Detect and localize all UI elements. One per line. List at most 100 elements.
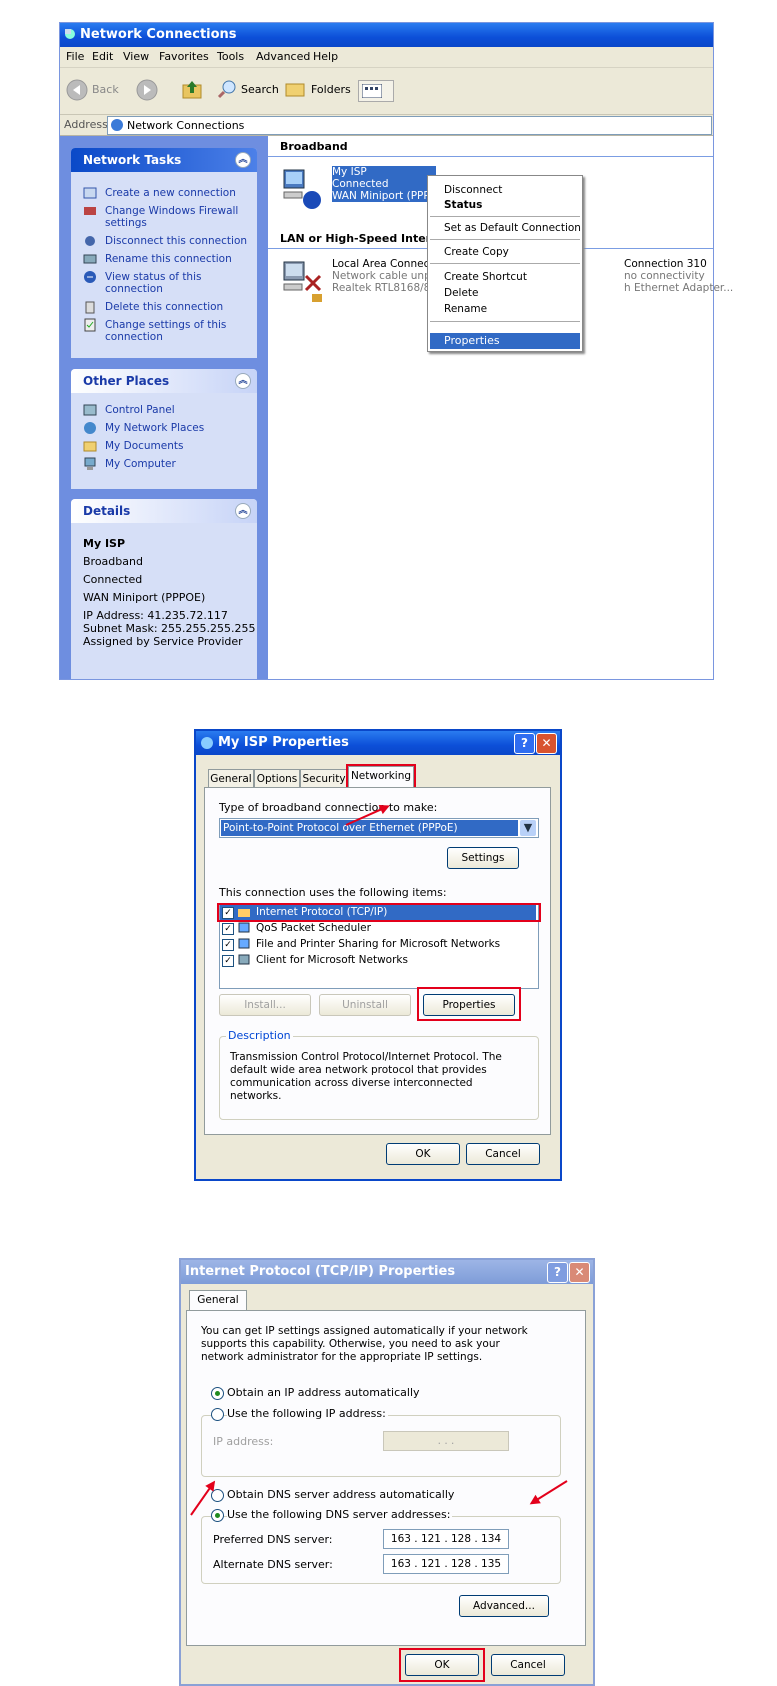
annotation-highlight [417,987,521,1021]
task-label: Change Windows Firewall settings [105,205,239,229]
menu-advanced[interactable]: Advanced [256,50,310,63]
advanced-button[interactable]: Advanced... [459,1595,549,1617]
menu-help[interactable]: Help [313,50,338,63]
forward-arrow-icon[interactable] [136,79,158,101]
radio-obtain-ip[interactable] [211,1387,224,1400]
preferred-dns-field[interactable]: 163 . 121 . 128 . 134 [383,1529,509,1549]
install-button[interactable]: Install... [219,994,311,1016]
other-places-title: Other Places [83,374,170,388]
uninstall-button[interactable]: Uninstall [319,994,411,1016]
list-item-client[interactable]: ✓ Client for Microsoft Networks [220,953,536,969]
menu-view[interactable]: View [123,50,149,63]
task-label: Delete this connection [105,301,224,313]
cancel-button[interactable]: Cancel [491,1654,565,1676]
type-label: Type of broadband connection to make: [219,801,438,814]
details-header[interactable]: Details ︽ [71,499,257,523]
search-button[interactable]: Search [217,78,281,102]
details-name: My ISP [83,537,126,550]
window-title: Network Connections [80,27,237,42]
close-button[interactable]: ✕ [536,733,557,754]
menu-separator [430,321,580,322]
menu-file[interactable]: File [66,50,84,63]
menu-item-delete[interactable]: Delete [444,287,479,299]
lan-disconnected-icon [283,261,322,302]
other-places-header[interactable]: Other Places ︽ [71,369,257,393]
checkbox-checked[interactable]: ✓ [222,955,234,967]
connection-name: My ISP [332,166,367,178]
obtain-ip-label: Obtain an IP address automatically [227,1386,420,1399]
window-title-bar[interactable]: Network Connections [60,23,713,47]
list-item-qos[interactable]: ✓ QoS Packet Scheduler [220,921,536,937]
menu-separator [430,216,580,217]
details-mask: Subnet Mask: 255.255.255.255 [83,622,256,635]
connection-selected-label: My ISP Connected WAN Miniport (PPPOE [332,166,445,202]
menu-edit[interactable]: Edit [92,50,113,63]
my-isp-properties-dialog: My ISP Properties ? ✕ General Options Se… [194,729,562,1181]
tab-general[interactable]: General [208,769,254,788]
radio-use-dns[interactable] [211,1509,224,1522]
tab-options[interactable]: Options [254,769,300,788]
ok-button[interactable]: OK [386,1143,460,1165]
checkbox-checked[interactable]: ✓ [222,923,234,935]
obtain-dns-label: Obtain DNS server address automatically [227,1488,455,1501]
list-item-file-sharing[interactable]: ✓ File and Printer Sharing for Microsoft… [220,937,536,953]
ip-address-label: IP address: [213,1435,274,1448]
help-button[interactable]: ? [514,733,535,754]
connection-local-area[interactable]: Local Area Connectio Network cable unplu… [282,258,447,308]
place-label: My Documents [105,440,184,452]
dialog-title: My ISP Properties [218,735,349,750]
dialog-title-bar[interactable]: My ISP Properties ? ✕ [196,731,560,755]
search-icon [217,80,236,99]
task-label: Create a new connection [105,187,236,199]
menu-item-rename[interactable]: Rename [444,303,487,315]
collapse-chevron-icon[interactable]: ︽ [235,373,251,389]
close-button[interactable]: ✕ [569,1262,590,1283]
address-input[interactable]: Network Connections [107,116,712,135]
connection-type-select[interactable]: Point-to-Point Protocol over Ethernet (P… [219,818,539,838]
ip-address-field[interactable]: . . . [383,1431,509,1451]
network-connections-icon [65,29,75,39]
alternate-dns-field[interactable]: 163 . 121 . 128 . 135 [383,1554,509,1574]
task-label: Rename this connection [105,253,232,265]
help-button[interactable]: ? [547,1262,568,1283]
tab-security[interactable]: Security [300,769,348,788]
collapse-chevron-icon[interactable]: ︽ [235,503,251,519]
search-label: Search [241,83,279,96]
views-icon [362,84,382,98]
menu-item-properties[interactable]: Properties [430,333,580,349]
tab-general[interactable]: General [189,1290,247,1311]
items-label: This connection uses the following items… [219,886,447,899]
connection-310[interactable]: Connection 310 no connectivity h Etherne… [624,258,733,294]
back-button[interactable]: Back [66,78,121,102]
network-tasks-header[interactable]: Network Tasks ︽ [71,148,257,172]
dialog-title-bar[interactable]: Internet Protocol (TCP/IP) Properties ? … [181,1260,593,1284]
computer-icon [84,457,96,470]
menu-favorites[interactable]: Favorites [159,50,209,63]
back-arrow-icon [66,79,88,101]
menu-item-status[interactable]: Status [444,199,482,211]
radio-use-ip[interactable] [211,1408,224,1421]
item-label: QoS Packet Scheduler [256,922,371,934]
cancel-button[interactable]: Cancel [466,1143,540,1165]
intro-text: You can get IP settings assigned automat… [201,1325,528,1363]
views-button[interactable] [358,80,394,102]
description-text: Transmission Control Protocol/Internet P… [230,1051,502,1102]
general-panel: You can get IP settings assigned automat… [186,1310,586,1646]
menu-item-create-shortcut[interactable]: Create Shortcut [444,271,527,283]
collapse-chevron-icon[interactable]: ︽ [235,152,251,168]
menu-item-disconnect[interactable]: Disconnect [444,184,502,196]
details-ip: IP Address: 41.235.72.117 [83,609,228,622]
chevron-down-icon[interactable]: ▼ [520,820,536,836]
menu-item-set-default[interactable]: Set as Default Connection [444,222,581,234]
checkbox-checked[interactable]: ✓ [222,939,234,951]
settings-button[interactable]: Settings [447,847,519,869]
task-label: View status of this connection [105,271,202,295]
up-folder-icon[interactable] [180,77,204,101]
folders-button[interactable]: Folders [285,78,351,102]
service-icon [238,938,250,949]
annotation-highlight [217,903,541,922]
menu-tools[interactable]: Tools [217,50,244,63]
annotation-highlight [399,1648,485,1682]
back-label: Back [92,83,119,96]
menu-item-create-copy[interactable]: Create Copy [444,246,509,258]
